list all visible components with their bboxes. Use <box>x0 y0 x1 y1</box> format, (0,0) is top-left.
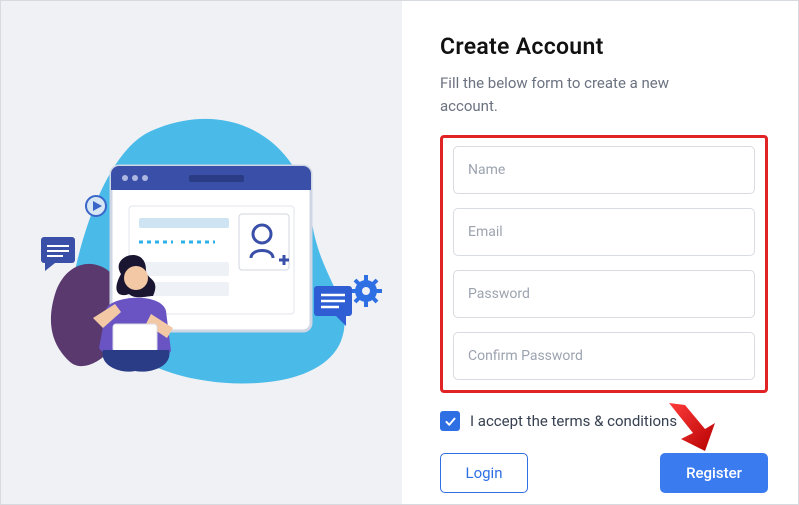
illustration-svg <box>1 1 402 505</box>
page-subtitle: Fill the below form to create a new acco… <box>440 72 730 117</box>
password-field[interactable] <box>453 270 755 318</box>
fields-highlight <box>440 135 768 393</box>
terms-row: I accept the terms & conditions <box>440 411 768 431</box>
button-row: Login Register <box>440 453 768 493</box>
terms-label: I accept the terms & conditions <box>470 412 677 430</box>
illustration-panel <box>1 1 402 504</box>
email-field[interactable] <box>453 208 755 256</box>
confirm-password-field[interactable] <box>453 332 755 380</box>
terms-checkbox[interactable] <box>440 411 460 431</box>
name-field[interactable] <box>453 146 755 194</box>
check-icon <box>444 415 457 428</box>
register-button[interactable]: Register <box>660 453 768 493</box>
page-title: Create Account <box>440 33 768 60</box>
form-panel: Create Account Fill the below form to cr… <box>402 1 798 504</box>
login-button[interactable]: Login <box>440 453 528 493</box>
signup-screen: Create Account Fill the below form to cr… <box>0 0 799 505</box>
signup-illustration <box>1 1 402 504</box>
